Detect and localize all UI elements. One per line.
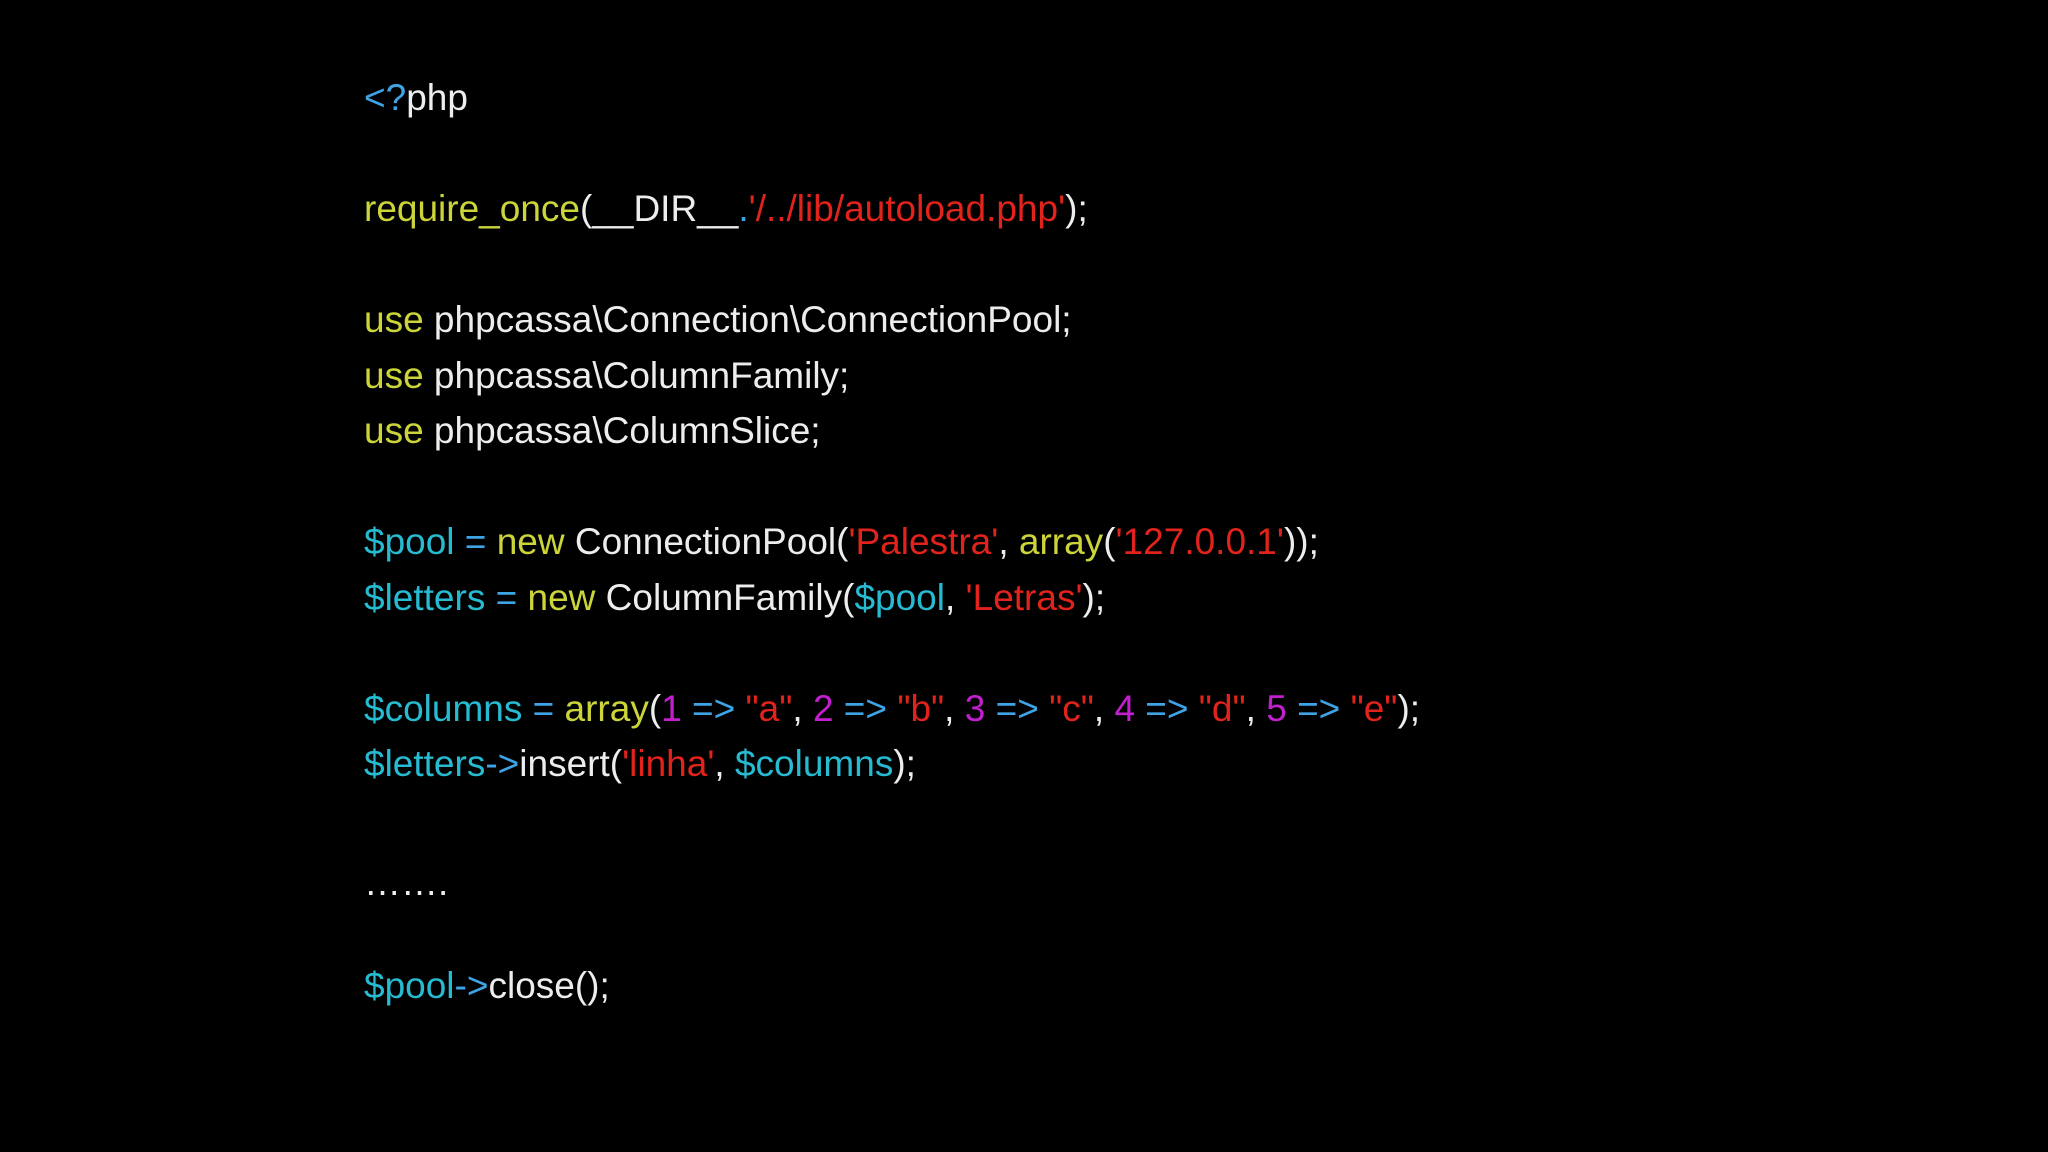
code-token-keyword: new — [496, 521, 565, 562]
code-line: $letters->insert('linha', $columns); — [364, 736, 1420, 792]
code-token-plain: ( — [648, 687, 662, 729]
code-token-string: '/../lib/autoload.php' — [748, 188, 1066, 229]
code-token-keyword: new — [527, 576, 596, 618]
code-token-plain: ColumnFamily( — [595, 576, 855, 618]
code-token-variable: $letters — [364, 576, 486, 618]
code-token-plain: ); — [1397, 687, 1421, 729]
code-token-number: 5 — [1266, 687, 1287, 729]
code-token-variable: $pool — [854, 576, 945, 618]
code-token-plain: close(); — [488, 965, 610, 1006]
code-token-string: "b" — [897, 687, 945, 729]
code-token-operator: = — [485, 576, 528, 618]
code-token-operator: => — [985, 687, 1050, 729]
code-token-number: 1 — [661, 687, 682, 729]
code-line: ……. — [364, 855, 1420, 911]
code-token-number: 2 — [812, 687, 834, 729]
code-token-plain: ConnectionPool( — [564, 521, 849, 562]
code-token-plain: , — [998, 521, 1019, 562]
code-token-plain: , — [944, 687, 965, 729]
code-token-operator: . — [738, 188, 749, 229]
code-token-operator: -> — [454, 965, 489, 1006]
code-token-plain: ); — [1082, 576, 1106, 618]
code-token-plain: ( — [1103, 521, 1116, 562]
code-token-variable: $pool — [364, 521, 455, 562]
code-token-plain: , — [792, 687, 813, 729]
code-token-plain: phpcassa\ColumnSlice; — [423, 410, 821, 451]
slide: <?php require_once(__DIR__.'/../lib/autol… — [0, 0, 2048, 1152]
code-token-operator: => — [1286, 687, 1351, 729]
code-token-plain: (__DIR__ — [579, 188, 739, 229]
code-line: use phpcassa\ColumnFamily; — [364, 348, 1420, 404]
code-token-string: "d" — [1198, 687, 1246, 729]
code-token-plain: , — [1093, 687, 1115, 729]
code-token-string: 'Letras' — [965, 576, 1083, 618]
code-line: use phpcassa\ColumnSlice; — [364, 403, 1420, 459]
code-token-variable: $pool — [364, 965, 455, 1006]
code-token-plain: , — [1245, 687, 1267, 729]
code-line: <?php — [364, 70, 1420, 126]
code-token-variable: $columns — [364, 687, 523, 729]
code-token-plain: , — [944, 576, 966, 618]
code-token-string: 'Palestra' — [848, 521, 999, 562]
code-token-string: "a" — [745, 687, 793, 729]
code-token-plain: )); — [1283, 521, 1319, 562]
code-token-operator: => — [1135, 687, 1199, 729]
code-token-operator: -> — [485, 743, 520, 784]
code-token-php-tag: <? — [364, 77, 407, 118]
code-token-keyword: use — [364, 354, 424, 396]
code-token-number: 4 — [1114, 687, 1136, 729]
code-token-operator: => — [681, 687, 746, 729]
code-token-keyword: array — [564, 687, 649, 729]
code-token-keyword: array — [1018, 521, 1104, 562]
code-token-plain: insert( — [519, 743, 623, 784]
code-line: $pool->close(); — [364, 958, 1420, 1014]
code-token-keyword: use — [364, 299, 424, 340]
code-token-keyword: use — [364, 410, 424, 451]
code-line: $pool = new ConnectionPool('Palestra', a… — [364, 514, 1420, 570]
code-token-number: 3 — [964, 687, 986, 729]
code-token-operator: => — [833, 687, 898, 729]
code-token-plain: , — [714, 743, 735, 784]
code-token-plain: ); — [1065, 188, 1088, 229]
code-token-string: 'linha' — [622, 743, 715, 784]
code-line: require_once(__DIR__.'/../lib/autoload.p… — [364, 181, 1420, 237]
code-token-plain: phpcassa\ColumnFamily; — [423, 354, 850, 396]
code-token-operator: = — [454, 521, 497, 562]
code-token-operator: = — [522, 687, 565, 729]
code-token-plain: ); — [893, 743, 916, 784]
code-line: $columns = array(1 => "a", 2 => "b", 3 =… — [364, 681, 1420, 737]
code-line: $letters = new ColumnFamily($pool, 'Letr… — [364, 570, 1420, 626]
code-token-string: '127.0.0.1' — [1115, 521, 1284, 562]
code-token-string: "e" — [1350, 687, 1398, 729]
code-token-string: "c" — [1049, 687, 1094, 729]
code-token-plain: ……. — [364, 862, 449, 903]
code-line: use phpcassa\Connection\ConnectionPool; — [364, 292, 1420, 348]
code-token-variable: $letters — [364, 743, 486, 784]
code-block: <?php require_once(__DIR__.'/../lib/autol… — [364, 70, 1420, 1014]
code-token-keyword: require_once — [364, 188, 580, 229]
code-token-plain: phpcassa\Connection\ConnectionPool; — [423, 299, 1072, 340]
code-token-plain: php — [406, 77, 468, 118]
code-token-variable: $columns — [734, 743, 894, 784]
